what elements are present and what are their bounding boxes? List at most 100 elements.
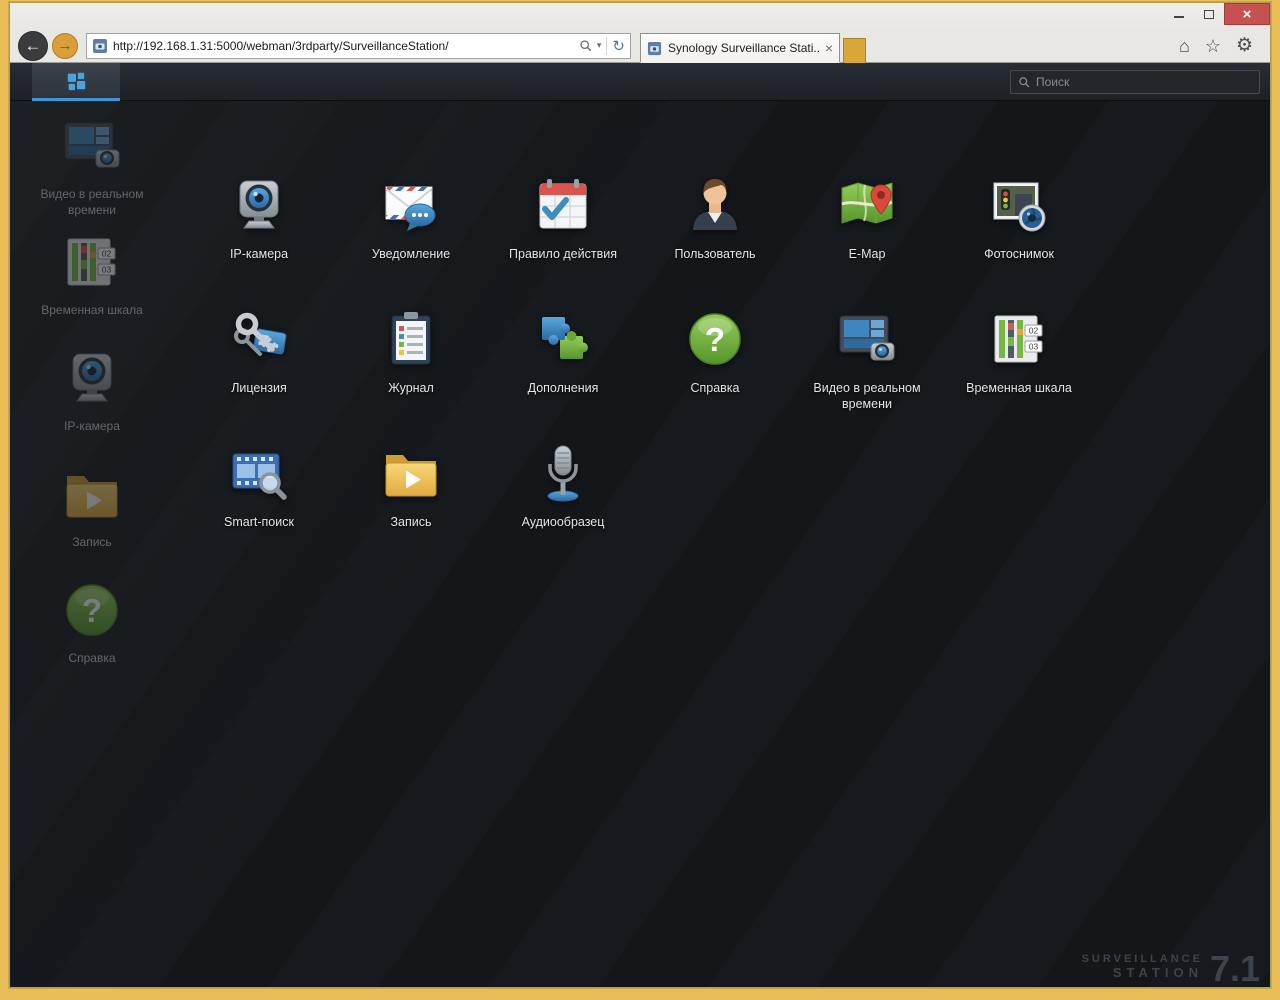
settings-button[interactable]: ⚙ <box>1236 36 1253 55</box>
notification-icon <box>379 173 443 237</box>
app-search-box[interactable] <box>1010 70 1260 94</box>
shortcut-label: Запись <box>72 534 111 550</box>
forward-arrow-icon: → <box>58 37 73 54</box>
minimize-icon <box>1174 16 1184 18</box>
app-tile-emap[interactable]: E-Map <box>791 167 943 301</box>
app-label: Справка <box>690 380 739 396</box>
live-view-icon <box>835 307 899 371</box>
license-icon <box>227 307 291 371</box>
app-tile-recording[interactable]: Запись <box>335 435 487 569</box>
app-label: Фотоснимок <box>984 246 1054 262</box>
maximize-button[interactable] <box>1194 3 1224 25</box>
tab-favicon <box>647 41 662 56</box>
app-tile-live-view[interactable]: Видео в реальном времени <box>791 301 943 435</box>
new-tab-button[interactable] <box>843 38 866 63</box>
app-grid: IP-камера Уведомление Правило действия П… <box>183 167 1095 569</box>
app-tile-help[interactable]: Справка <box>639 301 791 435</box>
apps-grid-icon <box>65 70 87 92</box>
app-tile-timeline[interactable]: Временная шкала <box>943 301 1095 435</box>
snapshot-icon <box>987 173 1051 237</box>
address-search-button[interactable] <box>579 39 592 52</box>
close-button[interactable]: × <box>1224 3 1270 25</box>
browser-window: × ← → ▾ ↻ Synology Surveillance Stati...… <box>9 2 1271 988</box>
audio-pattern-icon <box>531 441 595 505</box>
help-icon <box>683 307 747 371</box>
app-label: Дополнения <box>528 380 599 396</box>
favorites-button[interactable]: ☆ <box>1205 37 1221 55</box>
recording-icon <box>60 462 124 526</box>
app-tile-log[interactable]: Журнал <box>335 301 487 435</box>
address-divider <box>606 37 607 55</box>
watermark-version: 7.1 <box>1210 953 1260 985</box>
page-favicon <box>92 38 108 54</box>
app-desktop: Видео в реальном времени Временная шкала… <box>10 101 1270 987</box>
back-button[interactable]: ← <box>18 31 48 61</box>
app-label: Временная шкала <box>966 380 1072 396</box>
addons-icon <box>531 307 595 371</box>
app-label: Запись <box>390 514 431 530</box>
timeline-icon <box>60 230 124 294</box>
watermark-text: SURVEILLANCE STATION <box>1082 953 1203 985</box>
watermark-line2: STATION <box>1082 966 1203 981</box>
address-dropdown-button[interactable]: ▾ <box>597 40 602 51</box>
desktop-shortcut-live-view[interactable]: Видео в реальном времени <box>17 114 167 230</box>
tab-close-button[interactable]: × <box>825 41 833 55</box>
desktop-shortcut-timeline[interactable]: Временная шкала <box>17 230 167 346</box>
app-label: Smart-поиск <box>224 514 294 530</box>
app-label: Аудиообразец <box>522 514 605 530</box>
back-arrow-icon: ← <box>25 36 42 56</box>
ip-camera-icon <box>60 346 124 410</box>
recording-icon <box>379 441 443 505</box>
app-label: Видео в реальном времени <box>794 380 940 413</box>
help-icon <box>60 578 124 642</box>
page-content: Видео в реальном времени Временная шкала… <box>10 63 1270 987</box>
desktop-shortcut-help[interactable]: Справка <box>17 578 167 694</box>
smart-search-icon <box>227 441 291 505</box>
app-tile-notification[interactable]: Уведомление <box>335 167 487 301</box>
app-tile-action-rule[interactable]: Правило действия <box>487 167 639 301</box>
desktop-shortcuts: Видео в реальном времени Временная шкала… <box>17 114 167 694</box>
app-tile-license[interactable]: Лицензия <box>183 301 335 435</box>
log-icon <box>379 307 443 371</box>
shortcut-label: Временная шкала <box>41 302 143 318</box>
app-label: IP-камера <box>230 246 288 262</box>
ip-camera-icon <box>227 173 291 237</box>
app-taskbar <box>10 63 1270 101</box>
browser-actions: ⌂ ☆ ⚙ <box>1179 36 1262 55</box>
browser-navbar: ← → ▾ ↻ Synology Surveillance Stati... ×… <box>10 29 1270 63</box>
app-tile-smart-search[interactable]: Smart-поиск <box>183 435 335 569</box>
app-label: Уведомление <box>372 246 450 262</box>
main-menu-button[interactable] <box>32 63 120 101</box>
app-label: Лицензия <box>231 380 287 396</box>
app-label: Правило действия <box>509 246 617 262</box>
emap-icon <box>835 173 899 237</box>
desktop-shortcut-ip-camera[interactable]: IP-камера <box>17 346 167 462</box>
window-controls: × <box>1164 3 1270 25</box>
browser-tab-active[interactable]: Synology Surveillance Stati... × <box>640 33 840 63</box>
app-label: Журнал <box>388 380 434 396</box>
forward-button[interactable]: → <box>52 33 78 59</box>
shortcut-label: IP-камера <box>64 418 120 434</box>
user-icon <box>683 173 747 237</box>
maximize-icon <box>1204 10 1214 19</box>
address-bar[interactable]: ▾ ↻ <box>86 33 631 59</box>
app-search-input[interactable] <box>1036 75 1252 89</box>
minimize-button[interactable] <box>1164 3 1194 25</box>
app-tile-snapshot[interactable]: Фотоснимок <box>943 167 1095 301</box>
shortcut-label: Справка <box>68 650 115 666</box>
app-tile-ip-camera[interactable]: IP-камера <box>183 167 335 301</box>
search-icon <box>579 39 592 52</box>
desktop-shortcut-recording[interactable]: Запись <box>17 462 167 578</box>
shortcut-label: Видео в реальном времени <box>22 186 162 218</box>
address-input[interactable] <box>113 39 574 53</box>
refresh-button[interactable]: ↻ <box>612 37 625 55</box>
tab-title: Synology Surveillance Stati... <box>668 41 819 55</box>
action-rule-icon <box>531 173 595 237</box>
browser-titlebar[interactable]: × <box>10 3 1270 29</box>
app-tile-user[interactable]: Пользователь <box>639 167 791 301</box>
app-tile-audio-pattern[interactable]: Аудиообразец <box>487 435 639 569</box>
app-label: Пользователь <box>674 246 755 262</box>
home-button[interactable]: ⌂ <box>1179 37 1190 55</box>
product-watermark: SURVEILLANCE STATION 7.1 <box>1082 953 1260 985</box>
app-tile-addons[interactable]: Дополнения <box>487 301 639 435</box>
